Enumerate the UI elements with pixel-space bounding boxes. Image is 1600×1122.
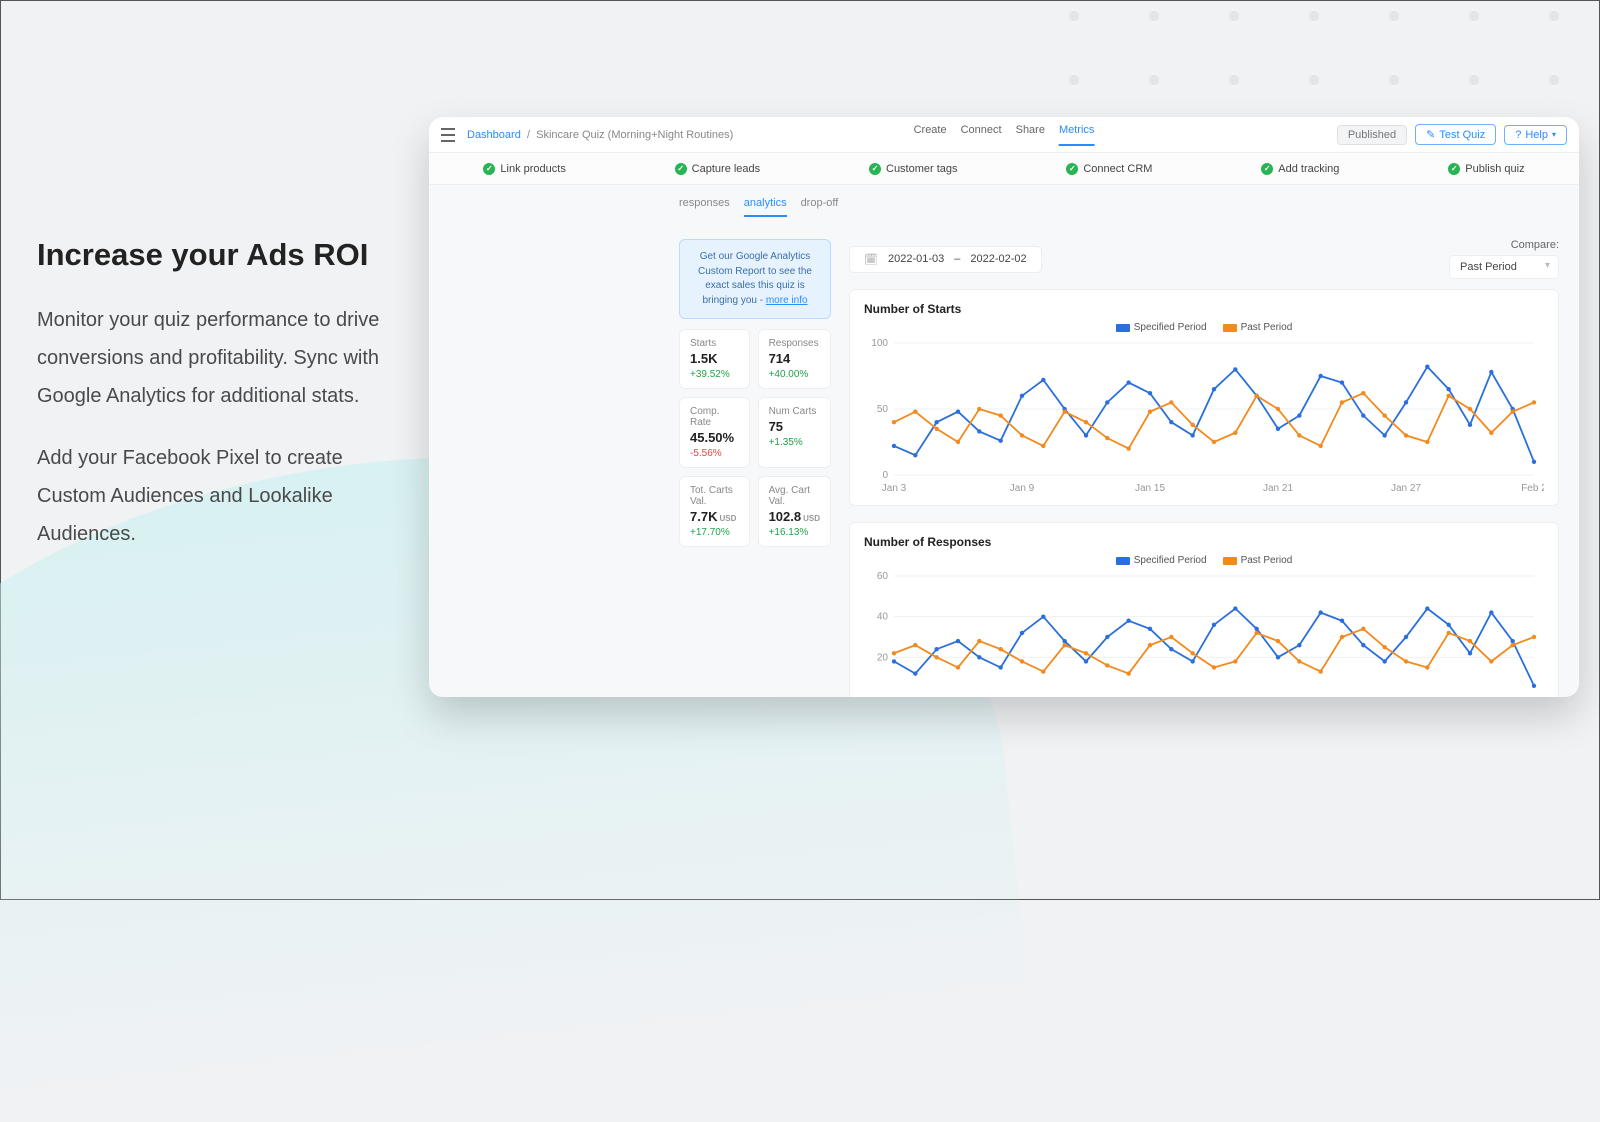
check-icon: ✓	[1261, 163, 1273, 175]
body: responses analytics drop-off Get our Goo…	[429, 185, 1579, 697]
check-icon: ✓	[1448, 163, 1460, 175]
svg-text:Jan 3: Jan 3	[882, 483, 907, 494]
stat-responses: Responses 714 +40.00%	[758, 329, 831, 389]
svg-text:0: 0	[882, 470, 888, 481]
range-row: 🗓 2022-01-03 – 2022-02-02 Compare: Past …	[849, 239, 1559, 279]
topbar-right: Published ✎ Test Quiz ? Help ▾	[1337, 124, 1567, 145]
chart-legend: Specified Period Past Period	[864, 322, 1544, 333]
svg-text:40: 40	[877, 612, 889, 623]
check-link-products[interactable]: ✓Link products	[483, 163, 565, 175]
chart-title: Number of Responses	[864, 535, 1544, 549]
breadcrumb-page: Skincare Quiz (Morning+Night Routines)	[536, 129, 733, 141]
svg-text:Feb 2: Feb 2	[1521, 483, 1544, 494]
tab-share[interactable]: Share	[1016, 124, 1045, 146]
topbar: Dashboard / Skincare Quiz (Morning+Night…	[429, 117, 1579, 153]
marketing-copy: Increase your Ads ROI Monitor your quiz …	[37, 237, 417, 577]
chart-title: Number of Starts	[864, 302, 1544, 316]
stat-comp-rate: Comp. Rate 45.50% -5.56%	[679, 397, 750, 468]
ga-more-info-link[interactable]: more info	[766, 295, 808, 306]
stat-starts: Starts 1.5K +39.52%	[679, 329, 750, 389]
edit-icon: ✎	[1426, 128, 1435, 141]
svg-text:50: 50	[877, 404, 889, 415]
svg-text:Jan 21: Jan 21	[1263, 483, 1293, 494]
checklist-bar: ✓Link products ✓Capture leads ✓Customer …	[429, 153, 1579, 185]
marketing-paragraph-1: Monitor your quiz performance to drive c…	[37, 301, 417, 415]
compare-label: Compare:	[1449, 239, 1559, 251]
menu-icon[interactable]	[441, 128, 455, 142]
marketing-headline: Increase your Ads ROI	[37, 237, 417, 273]
subtabs: responses analytics drop-off	[679, 197, 838, 217]
svg-text:100: 100	[871, 338, 888, 349]
help-button[interactable]: ? Help ▾	[1504, 125, 1567, 145]
svg-text:Jan 27: Jan 27	[1391, 483, 1421, 494]
svg-text:Jan 15: Jan 15	[1135, 483, 1165, 494]
subtab-dropoff[interactable]: drop-off	[801, 197, 839, 217]
app-window: Dashboard / Skincare Quiz (Morning+Night…	[429, 117, 1579, 697]
published-badge: Published	[1337, 125, 1407, 145]
breadcrumb-root[interactable]: Dashboard	[467, 129, 521, 141]
svg-text:20: 20	[877, 652, 889, 663]
tab-metrics[interactable]: Metrics	[1059, 124, 1094, 146]
marketing-paragraph-2: Add your Facebook Pixel to create Custom…	[37, 439, 417, 553]
charts-column: 🗓 2022-01-03 – 2022-02-02 Compare: Past …	[849, 239, 1559, 697]
chart-legend: Specified Period Past Period	[864, 555, 1544, 566]
check-customer-tags[interactable]: ✓Customer tags	[869, 163, 958, 175]
check-connect-crm[interactable]: ✓Connect CRM	[1066, 163, 1152, 175]
chart-svg: 20 40 60	[864, 570, 1544, 697]
date-range-picker[interactable]: 🗓 2022-01-03 – 2022-02-02	[849, 246, 1042, 273]
content: Get our Google Analytics Custom Report t…	[679, 239, 1559, 697]
test-quiz-button[interactable]: ✎ Test Quiz	[1415, 124, 1496, 145]
stat-num-carts: Num Carts 75 +1.35%	[758, 397, 831, 468]
check-icon: ✓	[1066, 163, 1078, 175]
check-icon: ✓	[483, 163, 495, 175]
svg-text:Jan 9: Jan 9	[1010, 483, 1035, 494]
subtab-responses[interactable]: responses	[679, 197, 730, 217]
chart-number-of-responses: Number of Responses Specified Period Pas…	[849, 522, 1559, 697]
svg-text:60: 60	[877, 571, 889, 582]
stats-column: Get our Google Analytics Custom Report t…	[679, 239, 831, 697]
calendar-icon: 🗓	[864, 253, 878, 266]
ga-banner: Get our Google Analytics Custom Report t…	[679, 239, 831, 319]
top-tabs: Create Connect Share Metrics	[914, 124, 1095, 146]
subtab-analytics[interactable]: analytics	[744, 197, 787, 217]
compare-select[interactable]: Past Period	[1449, 255, 1559, 279]
check-icon: ✓	[675, 163, 687, 175]
check-add-tracking[interactable]: ✓Add tracking	[1261, 163, 1339, 175]
check-icon: ✓	[869, 163, 881, 175]
check-capture-leads[interactable]: ✓Capture leads	[675, 163, 761, 175]
chart-number-of-starts: Number of Starts Specified Period Past P…	[849, 289, 1559, 506]
breadcrumb: Dashboard / Skincare Quiz (Morning+Night…	[467, 129, 733, 141]
stat-tot-cart-val: Tot. Carts Val. 7.7KUSD +17.70%	[679, 476, 750, 547]
tab-create[interactable]: Create	[914, 124, 947, 146]
check-publish-quiz[interactable]: ✓Publish quiz	[1448, 163, 1524, 175]
help-icon: ?	[1515, 129, 1521, 141]
chart-svg: 0 50 100 Jan 3 Jan 9 Jan 15 Jan 21 Jan 27 Feb 2	[864, 337, 1544, 497]
stat-avg-cart-val: Avg. Cart Val. 102.8USD +16.13%	[758, 476, 831, 547]
tab-connect[interactable]: Connect	[961, 124, 1002, 146]
chevron-down-icon: ▾	[1552, 130, 1556, 139]
decorative-dots	[1069, 11, 1559, 85]
